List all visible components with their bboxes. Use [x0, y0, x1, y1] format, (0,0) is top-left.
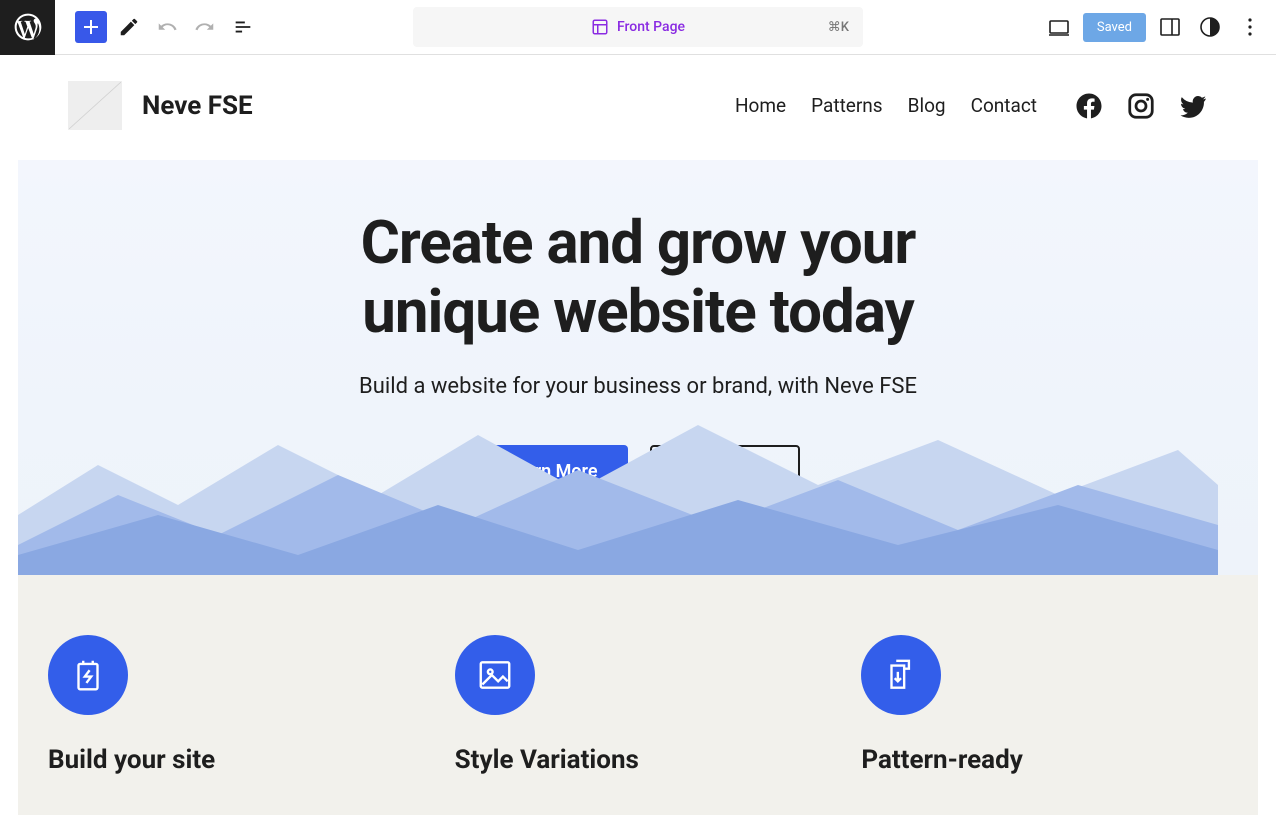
feature-title[interactable]: Build your site: [48, 745, 415, 775]
feature-pattern[interactable]: Pattern-ready: [861, 635, 1228, 775]
toolbar-left-group: [75, 11, 259, 43]
document-bar[interactable]: Front Page ⌘K: [413, 7, 863, 47]
template-icon: [591, 18, 609, 36]
nav-item-contact[interactable]: Contact: [971, 94, 1037, 117]
instagram-icon[interactable]: [1126, 91, 1156, 121]
hero-heading[interactable]: Create and grow your unique website toda…: [18, 208, 1258, 346]
document-overview-button[interactable]: [227, 11, 259, 43]
social-links: [1074, 91, 1208, 121]
feature-style[interactable]: Style Variations: [455, 635, 822, 775]
redo-button[interactable]: [189, 11, 221, 43]
nav-item-patterns[interactable]: Patterns: [811, 94, 882, 117]
tools-button[interactable]: [113, 11, 145, 43]
toolbar-right-group: ↖ Saved: [1043, 11, 1276, 43]
battery-icon: [48, 635, 128, 715]
hero-section[interactable]: Create and grow your unique website toda…: [18, 160, 1258, 575]
image-icon: [455, 635, 535, 715]
view-button[interactable]: [1043, 11, 1075, 43]
site-navigation[interactable]: Home Patterns Blog Contact: [735, 91, 1208, 121]
shortcut-hint: ⌘K: [828, 20, 849, 35]
feature-build[interactable]: Build your site: [48, 635, 415, 775]
wordpress-icon: [12, 11, 44, 43]
features-section[interactable]: Build your site Style Variations Pattern…: [18, 575, 1258, 815]
nav-item-blog[interactable]: Blog: [908, 94, 946, 117]
facebook-icon[interactable]: [1074, 91, 1104, 121]
saved-button[interactable]: Saved: [1083, 13, 1146, 42]
twitter-icon[interactable]: [1178, 91, 1208, 121]
styles-button[interactable]: [1194, 11, 1226, 43]
options-button[interactable]: [1234, 11, 1266, 43]
editor-canvas[interactable]: Neve FSE Home Patterns Blog Contact Crea…: [0, 55, 1276, 821]
add-block-button[interactable]: [75, 11, 107, 43]
mountains-decoration: [18, 395, 1218, 575]
download-file-icon: [861, 635, 941, 715]
nav-item-home[interactable]: Home: [735, 94, 786, 117]
feature-title[interactable]: Pattern-ready: [861, 745, 1228, 775]
site-header[interactable]: Neve FSE Home Patterns Blog Contact: [18, 71, 1258, 160]
wordpress-logo-button[interactable]: [0, 0, 55, 55]
site-branding: Neve FSE: [68, 81, 253, 130]
document-title: Front Page: [617, 19, 685, 35]
settings-panel-button[interactable]: [1154, 11, 1186, 43]
editor-toolbar: Front Page ⌘K ↖ Saved: [0, 0, 1276, 55]
site-logo-placeholder[interactable]: [68, 81, 122, 130]
feature-title[interactable]: Style Variations: [455, 745, 822, 775]
undo-button[interactable]: [151, 11, 183, 43]
site-title[interactable]: Neve FSE: [142, 91, 253, 121]
